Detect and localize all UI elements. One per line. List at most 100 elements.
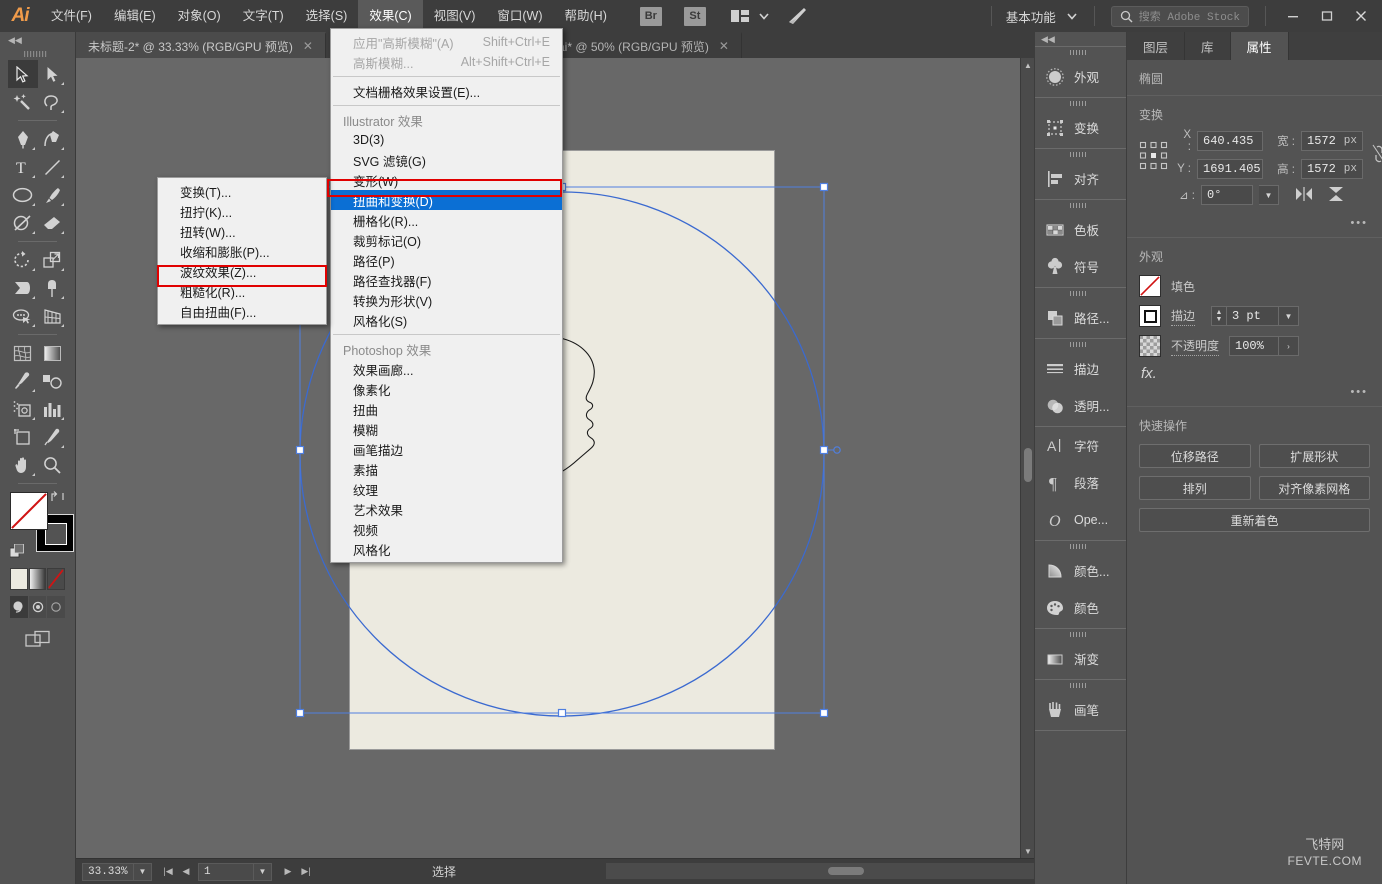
submenu-pucker-bloat[interactable]: 收缩和膨胀(P)...	[158, 241, 326, 261]
menu-pathfinder[interactable]: 路径查找器(F)	[331, 270, 562, 290]
screen-mode-button[interactable]	[0, 624, 75, 654]
submenu-free-distort[interactable]: 自由扭曲(F)...	[158, 301, 326, 321]
slice-tool[interactable]	[38, 423, 68, 451]
artboard-tool[interactable]	[8, 423, 38, 451]
menu-brush-strokes[interactable]: 画笔描边	[331, 439, 562, 459]
menu-warp[interactable]: 变形(W)	[331, 170, 562, 190]
flip-horizontal-icon[interactable]	[1295, 186, 1313, 205]
offset-path-button[interactable]: 位移路径	[1139, 444, 1251, 468]
workspace-chevron-icon[interactable]	[1060, 5, 1084, 27]
zoom-dropdown-icon[interactable]: ▼	[134, 862, 152, 881]
eyedropper-tool[interactable]	[8, 367, 38, 395]
menu-distort[interactable]: 扭曲	[331, 399, 562, 419]
curvature-tool[interactable]	[38, 125, 68, 153]
dock-grip[interactable]	[1035, 339, 1126, 350]
status-mode-label[interactable]: 选择	[432, 863, 456, 880]
fill-swatch[interactable]	[10, 492, 48, 530]
dock-item-align[interactable]: 对齐	[1035, 160, 1126, 197]
paintbrush-tool[interactable]	[38, 181, 68, 209]
fill-color-swatch[interactable]	[1139, 275, 1161, 297]
rotate-tool[interactable]	[8, 246, 38, 274]
pen-tool[interactable]	[8, 125, 38, 153]
column-graph-tool[interactable]	[38, 395, 68, 423]
next-artboard-button[interactable]: ▶	[280, 863, 296, 881]
blend-tool[interactable]	[38, 367, 68, 395]
add-effect-button[interactable]: fx.	[1127, 361, 1382, 384]
menu-video[interactable]: 视频	[331, 519, 562, 539]
dock-grip[interactable]	[1035, 47, 1126, 58]
distort-transform-submenu[interactable]: 变换(T)... 扭拧(K)... 扭转(W)... 收缩和膨胀(P)... 波…	[157, 177, 327, 325]
shape-builder-tool[interactable]	[8, 302, 38, 330]
align-pixel-grid-button[interactable]: 对齐像素网格	[1258, 476, 1370, 500]
horizontal-scroll-thumb[interactable]	[828, 867, 864, 875]
artboard-dropdown-icon[interactable]: ▼	[254, 862, 272, 881]
dock-grip[interactable]	[1035, 680, 1126, 691]
dock-item-swatches[interactable]: 色板	[1035, 211, 1126, 248]
direct-selection-tool[interactable]	[38, 60, 68, 88]
submenu-roughen[interactable]: 粗糙化(R)...	[158, 281, 326, 301]
effect-dropdown-menu[interactable]: 应用"高斯模糊"(A) Shift+Ctrl+E 高斯模糊... Alt+Shi…	[330, 28, 563, 563]
opacity-input[interactable]: 100%	[1229, 336, 1280, 356]
dock-item-stroke[interactable]: 描边	[1035, 350, 1126, 387]
menu-convert-to-shape[interactable]: 转换为形状(V)	[331, 290, 562, 310]
draw-behind-button[interactable]	[28, 596, 47, 618]
dock-item-character[interactable]: A 字符	[1035, 427, 1126, 464]
magic-wand-tool[interactable]	[8, 88, 38, 116]
angle-input[interactable]: 0°	[1201, 185, 1253, 205]
dock-item-transparency[interactable]: 透明...	[1035, 387, 1126, 424]
arrange-button[interactable]: 排列	[1139, 476, 1251, 500]
window-minimize-button[interactable]	[1276, 0, 1310, 32]
dock-item-color-guide[interactable]: 颜色...	[1035, 552, 1126, 589]
stroke-weight-dropdown-icon[interactable]: ▼	[1279, 306, 1300, 326]
arrange-documents-icon[interactable]	[728, 5, 752, 27]
stroke-label[interactable]: 描边	[1171, 307, 1196, 326]
chevron-down-icon[interactable]	[752, 5, 776, 27]
submenu-tweak[interactable]: 扭拧(K)...	[158, 201, 326, 221]
symbol-sprayer-tool[interactable]	[8, 395, 38, 423]
dock-item-brushes[interactable]: 画笔	[1035, 691, 1126, 728]
y-input[interactable]: 1691.405	[1197, 159, 1263, 179]
draw-normal-button[interactable]	[10, 596, 28, 618]
color-swatch-button[interactable]	[10, 568, 28, 590]
tab-properties[interactable]: 属性	[1230, 32, 1289, 60]
menu-sketch[interactable]: 素描	[331, 459, 562, 479]
width-tool[interactable]	[8, 274, 38, 302]
dock-item-symbols[interactable]: 符号	[1035, 248, 1126, 285]
menu-crop-marks[interactable]: 裁剪标记(O)	[331, 230, 562, 250]
dock-item-paragraph[interactable]: ¶ 段落	[1035, 464, 1126, 501]
menu-edit[interactable]: 编辑(E)	[103, 0, 167, 32]
recolor-button[interactable]: 重新着色	[1139, 508, 1370, 532]
menu-distort-and-transform[interactable]: 扭曲和变换(D)	[331, 190, 562, 210]
gradient-tool[interactable]	[38, 339, 68, 367]
none-swatch-button[interactable]	[47, 568, 66, 590]
scroll-down-icon[interactable]: ▼	[1021, 844, 1034, 858]
dock-grip[interactable]	[1035, 541, 1126, 552]
dock-item-color[interactable]: 颜色	[1035, 589, 1126, 626]
submenu-twist[interactable]: 扭转(W)...	[158, 221, 326, 241]
menu-3d[interactable]: 3D(3)	[331, 130, 562, 150]
dock-grip[interactable]	[1035, 288, 1126, 299]
free-transform-tool[interactable]	[38, 274, 68, 302]
menu-object[interactable]: 对象(O)	[167, 0, 232, 32]
appearance-more-options[interactable]: •••	[1127, 384, 1382, 406]
reference-point-selector[interactable]	[1139, 141, 1169, 171]
menu-stylize-ps[interactable]: 风格化	[331, 539, 562, 559]
selection-tool[interactable]	[8, 60, 38, 88]
default-fill-stroke-icon[interactable]	[9, 543, 25, 559]
draw-inside-button[interactable]	[47, 596, 66, 618]
menu-document-raster-settings[interactable]: 文档栅格效果设置(E)...	[331, 81, 562, 101]
opacity-checker-swatch[interactable]	[1139, 335, 1161, 357]
tab-libraries[interactable]: 库	[1185, 32, 1231, 60]
menu-help[interactable]: 帮助(H)	[554, 0, 618, 32]
zoom-tool[interactable]	[38, 451, 68, 479]
dock-collapse-button[interactable]: ◀◀	[1035, 32, 1126, 46]
submenu-transform[interactable]: 变换(T)...	[158, 181, 326, 201]
stroke-color-swatch[interactable]	[1139, 305, 1161, 327]
stroke-weight-stepper[interactable]: ▲ ▼	[1211, 306, 1228, 326]
swap-fill-stroke-icon[interactable]	[50, 490, 65, 506]
angle-dropdown-icon[interactable]: ▼	[1259, 185, 1279, 205]
width-input[interactable]: 1572 px	[1301, 131, 1363, 151]
menu-path[interactable]: 路径(P)	[331, 250, 562, 270]
ellipse-tool[interactable]	[8, 181, 38, 209]
toolbar-collapse-button[interactable]: ◀◀	[0, 32, 75, 48]
